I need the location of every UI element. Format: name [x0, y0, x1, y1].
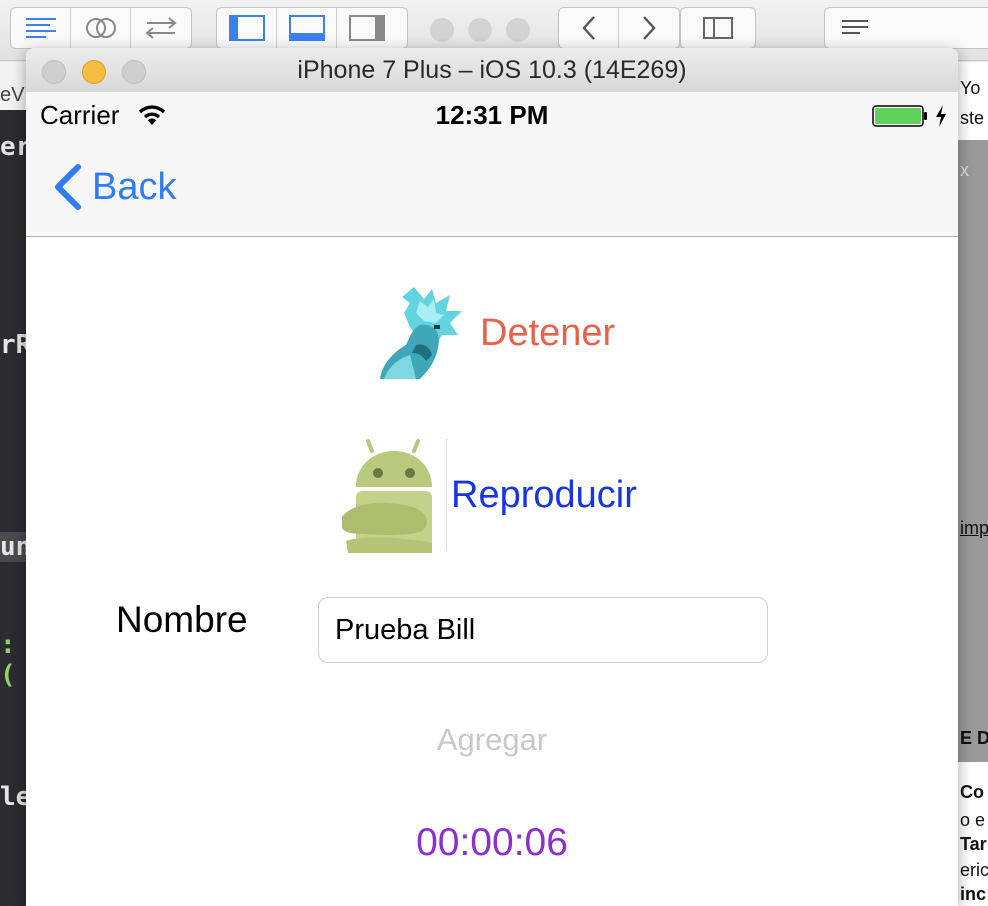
play-button[interactable]: Reproducir [342, 437, 637, 553]
back-button[interactable]: Back [52, 162, 176, 212]
right-fragment: Yo [960, 78, 981, 98]
inactive-window-buttons [430, 18, 530, 42]
iphone-screen: Carrier 12:31 PM Back Detener Reproducir… [26, 92, 958, 906]
right-fragment: inc [960, 884, 987, 904]
simulator-titlebar[interactable]: iPhone 7 Plus – iOS 10.3 (14E269) [26, 48, 958, 93]
right-fragment: ste [960, 108, 985, 128]
right-fragment: Co [960, 782, 984, 802]
reader-toolbar[interactable] [824, 7, 988, 49]
left-fragment-text: eV [0, 84, 25, 106]
assistant-editor-icon[interactable] [71, 8, 131, 48]
timer-display: 00:00:06 [416, 821, 568, 864]
right-fragment: x [960, 160, 969, 180]
battery-icon [872, 105, 927, 127]
stop-character-image [380, 287, 462, 379]
main-content: Detener Reproducir Nombre A [26, 237, 958, 906]
right-fragment: E D [960, 728, 988, 748]
back-label: Back [92, 165, 177, 208]
right-fragment: eric [960, 860, 988, 880]
panel-toggle-control[interactable] [216, 7, 408, 49]
sidebar-icon[interactable] [681, 8, 755, 48]
left-panel-icon[interactable] [217, 8, 277, 48]
text-lines-icon[interactable] [825, 8, 885, 48]
android-robot-image [342, 439, 432, 553]
back-chevron-icon [55, 164, 81, 210]
chevron-left-icon[interactable] [559, 8, 619, 48]
standard-editor-icon[interactable] [11, 8, 71, 48]
image-divider [446, 439, 447, 551]
add-button[interactable]: Agregar [26, 721, 958, 759]
right-panel-icon[interactable] [337, 8, 397, 48]
right-fragment: o e [960, 810, 986, 830]
right-dark-panel [956, 140, 988, 762]
name-field-label: Nombre [116, 599, 248, 640]
version-editor-icon[interactable] [131, 8, 191, 48]
window-title: iPhone 7 Plus – iOS 10.3 (14E269) [297, 56, 687, 84]
right-browser-background: Yo ste x imp E D Co o e Tar eric inc [956, 62, 988, 906]
right-fragment: imp [960, 518, 988, 538]
bottom-panel-icon[interactable] [277, 8, 337, 48]
stop-button[interactable]: Detener [376, 285, 615, 381]
status-time: 12:31 PM [435, 100, 549, 130]
simulator-window: iPhone 7 Plus – iOS 10.3 (14E269) Carrie… [26, 48, 958, 906]
charging-bolt-icon [936, 105, 946, 127]
navigator-segmented-control[interactable] [10, 7, 192, 49]
right-fragment: Tar [960, 834, 987, 854]
sidebar-toggle[interactable] [680, 7, 756, 49]
chevron-right-icon[interactable] [619, 8, 679, 48]
play-label: Reproducir [451, 473, 637, 516]
history-nav-control[interactable] [558, 7, 680, 49]
navigation-bar: Carrier 12:31 PM Back [26, 92, 958, 237]
stop-label: Detener [480, 311, 616, 354]
name-input[interactable] [318, 597, 768, 663]
